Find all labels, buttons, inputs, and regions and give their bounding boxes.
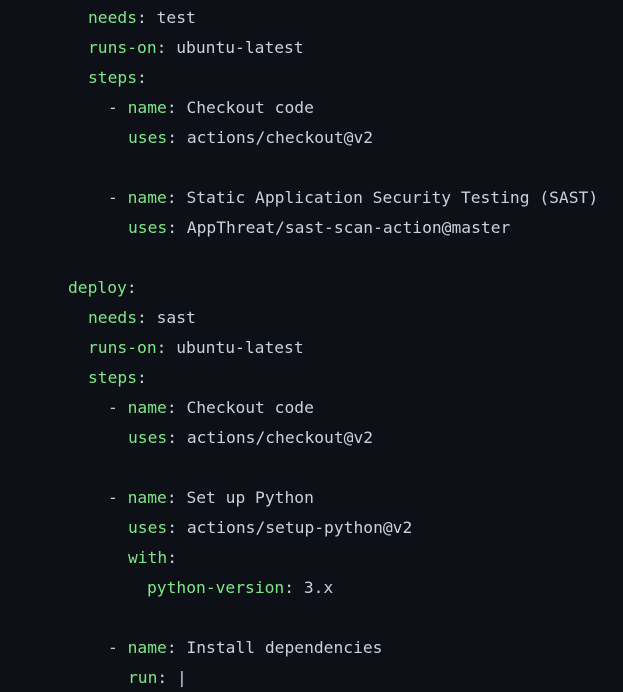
yaml-value: actions/checkout@v2 <box>186 428 374 447</box>
yaml-key: runs-on <box>88 38 157 57</box>
yaml-separator: : <box>156 38 177 57</box>
yaml-value: actions/checkout@v2 <box>186 128 374 147</box>
yaml-separator: : <box>156 338 177 357</box>
code-line-step-name: - name: Checkout code <box>108 93 314 123</box>
yaml-key: python-version <box>147 578 285 597</box>
yaml-key: name <box>127 398 167 417</box>
yaml-separator: : <box>166 488 187 507</box>
yaml-key: uses <box>128 428 168 447</box>
yaml-separator: : <box>137 8 157 27</box>
code-line-step-name: - name: Install dependencies <box>108 633 382 663</box>
yaml-key: name <box>127 638 167 657</box>
list-dash: - <box>108 98 128 117</box>
code-line-with: with: <box>128 543 177 573</box>
code-line-needs: needs: sast <box>88 303 196 333</box>
list-dash: - <box>108 398 128 417</box>
code-line-run: run: | <box>128 663 187 692</box>
code-line-steps: steps: <box>88 363 147 393</box>
yaml-key: with <box>128 548 168 567</box>
list-dash: - <box>108 188 128 207</box>
yaml-key: run <box>128 668 158 687</box>
yaml-value: Static Application Security Testing (SAS… <box>186 188 599 207</box>
code-line-step-name: - name: Checkout code <box>108 393 314 423</box>
yaml-separator: : <box>166 398 187 417</box>
yaml-separator: : <box>167 428 187 447</box>
code-line-step-name: - name: Set up Python <box>108 483 314 513</box>
yaml-key: uses <box>128 218 168 237</box>
yaml-separator: : <box>166 98 187 117</box>
list-dash: - <box>108 638 128 657</box>
yaml-value: ubuntu-latest <box>176 38 304 57</box>
yaml-key: name <box>127 188 167 207</box>
yaml-separator: : <box>166 188 187 207</box>
code-line-runs-on: runs-on: ubuntu-latest <box>88 33 304 63</box>
yaml-value: Checkout code <box>186 98 314 117</box>
code-line-runs-on: runs-on: ubuntu-latest <box>88 333 304 363</box>
yaml-key: needs <box>88 308 138 327</box>
yaml-value: | <box>177 668 187 687</box>
code-line-uses: uses: actions/checkout@v2 <box>128 123 373 153</box>
yaml-key: name <box>127 98 167 117</box>
code-line-uses: uses: actions/checkout@v2 <box>128 423 373 453</box>
yaml-separator: : <box>137 308 157 327</box>
list-dash: - <box>108 488 128 507</box>
yaml-separator: : <box>137 68 147 87</box>
yaml-key: name <box>127 488 167 507</box>
yaml-key: uses <box>128 518 168 537</box>
yaml-key: uses <box>128 128 168 147</box>
code-line-needs: needs: test <box>88 3 196 33</box>
yaml-separator: : <box>157 668 178 687</box>
yaml-value: actions/setup-python@v2 <box>186 518 413 537</box>
yaml-separator: : <box>284 578 304 597</box>
code-line-uses: uses: AppThreat/sast-scan-action@master <box>128 213 510 243</box>
yaml-value: sast <box>156 308 196 327</box>
yaml-key: steps <box>88 368 138 387</box>
yaml-separator: : <box>166 638 187 657</box>
yaml-key: deploy <box>68 278 127 297</box>
code-line-python-version: python-version: 3.x <box>147 573 333 603</box>
yaml-separator: : <box>167 128 187 147</box>
yaml-key: steps <box>88 68 138 87</box>
code-line-deploy-job: deploy: <box>68 273 137 303</box>
yaml-key: needs <box>88 8 138 27</box>
yaml-value: Checkout code <box>186 398 314 417</box>
code-line-uses: uses: actions/setup-python@v2 <box>128 513 412 543</box>
yaml-separator: : <box>167 548 178 567</box>
yaml-value: 3.x <box>303 578 334 597</box>
yaml-separator: : <box>137 368 147 387</box>
yaml-separator: : <box>167 518 187 537</box>
yaml-separator: : <box>126 278 137 297</box>
yaml-value: ubuntu-latest <box>176 338 304 357</box>
yaml-key: runs-on <box>88 338 157 357</box>
yaml-code-block: needs: test runs-on: ubuntu-latest steps… <box>0 0 623 692</box>
yaml-separator: : <box>167 218 187 237</box>
yaml-value: Install dependencies <box>186 638 383 657</box>
yaml-value: Set up Python <box>186 488 314 507</box>
yaml-value: AppThreat/sast-scan-action@master <box>186 218 511 237</box>
code-line-step-name: - name: Static Application Security Test… <box>108 183 598 213</box>
yaml-value: test <box>156 8 196 27</box>
code-line-steps: steps: <box>88 63 147 93</box>
